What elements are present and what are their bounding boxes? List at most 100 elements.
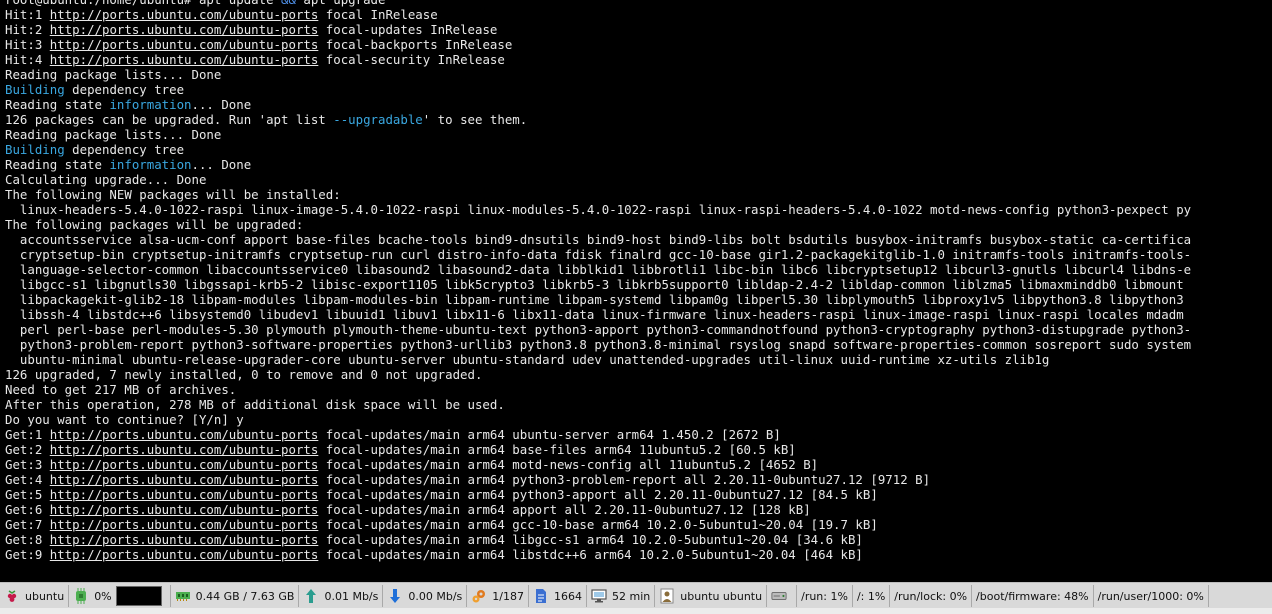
menu-ubuntu-label: ubuntu xyxy=(25,589,65,603)
terminal-url-link[interactable]: http://ports.ubuntu.com/ubuntu-ports xyxy=(50,502,319,517)
terminal-line: Hit:1 http://ports.ubuntu.com/ubuntu-por… xyxy=(5,7,1272,22)
terminal-highlight-text: Building xyxy=(5,82,65,97)
terminal-text: Reading package lists... Done xyxy=(5,127,222,142)
terminal-text: root@ubuntu:/home/ubuntu# apt update xyxy=(5,0,281,7)
terminal-text: libgcc-s1 libgnutls30 libgssapi-krb5-2 l… xyxy=(5,277,1184,292)
mount-run-lock[interactable]: /run/lock: 0% xyxy=(890,585,973,607)
download-arrow-icon xyxy=(387,588,403,604)
mount-run-label: /run: 1% xyxy=(801,589,848,603)
terminal-text: After this operation, 278 MB of addition… xyxy=(5,397,505,412)
terminal-output[interactable]: root@ubuntu:/home/ubuntu# apt update && … xyxy=(0,0,1272,572)
threads-label: 1664 xyxy=(553,589,582,603)
mount-root[interactable]: /: 1% xyxy=(853,585,891,607)
net-download[interactable]: 0.00 Mb/s xyxy=(383,585,468,607)
terminal-line: Get:6 http://ports.ubuntu.com/ubuntu-por… xyxy=(5,502,1272,517)
terminal-url-link[interactable]: http://ports.ubuntu.com/ubuntu-ports xyxy=(50,427,319,442)
terminal-line: Reading state information... Done xyxy=(5,97,1272,112)
terminal-text: dependency tree xyxy=(64,142,185,157)
menu-ubuntu[interactable]: ubuntu xyxy=(0,585,70,607)
terminal-url-link[interactable]: http://ports.ubuntu.com/ubuntu-ports xyxy=(50,532,319,547)
terminal-text: apt upgrade xyxy=(296,0,385,7)
terminal-line: Get:1 http://ports.ubuntu.com/ubuntu-por… xyxy=(5,427,1272,442)
terminal-line: perl perl-base perl-modules-5.30 plymout… xyxy=(5,322,1272,337)
terminal-line: ubuntu-minimal ubuntu-release-upgrader-c… xyxy=(5,352,1272,367)
terminal-url-link[interactable]: http://ports.ubuntu.com/ubuntu-ports xyxy=(50,22,319,37)
terminal-url-link[interactable]: http://ports.ubuntu.com/ubuntu-ports xyxy=(50,472,319,487)
terminal-line: Get:5 http://ports.ubuntu.com/ubuntu-por… xyxy=(5,487,1272,502)
terminal-text: cryptsetup-bin cryptsetup-initramfs cryp… xyxy=(5,247,1192,262)
terminal-line: root@ubuntu:/home/ubuntu# apt update && … xyxy=(5,0,1272,7)
terminal-text: Do you want to continue? [Y/n] y xyxy=(5,412,244,427)
terminal-highlight-text: information xyxy=(109,157,192,172)
terminal-url-link[interactable]: http://ports.ubuntu.com/ubuntu-ports xyxy=(50,37,319,52)
terminal-line: language-selector-common libaccountsserv… xyxy=(5,262,1272,277)
terminal-line: linux-headers-5.4.0-1022-raspi linux-ima… xyxy=(5,202,1272,217)
terminal-line: Hit:3 http://ports.ubuntu.com/ubuntu-por… xyxy=(5,37,1272,52)
terminal-text: focal-updates/main arm64 base-files arm6… xyxy=(318,442,796,457)
terminal-text: Hit:2 xyxy=(5,22,50,37)
cpu-usage[interactable]: 0% xyxy=(69,585,171,607)
terminal-line: Get:3 http://ports.ubuntu.com/ubuntu-por… xyxy=(5,457,1272,472)
terminal-url-link[interactable]: http://ports.ubuntu.com/ubuntu-ports xyxy=(50,487,319,502)
terminal-line: libpackagekit-glib2-18 libpam-modules li… xyxy=(5,292,1272,307)
mount-boot-firmware[interactable]: /boot/firmware: 48% xyxy=(972,585,1094,607)
terminal-text: ... Done xyxy=(191,157,252,172)
terminal-text: Reading package lists... Done xyxy=(5,67,222,82)
terminal-line: The following NEW packages will be insta… xyxy=(5,187,1272,202)
terminal-line: accountsservice alsa-ucm-conf apport bas… xyxy=(5,232,1272,247)
memory-usage[interactable]: 0.44 GB / 7.63 GB xyxy=(171,585,300,607)
terminal-text: focal-updates/main arm64 gcc-10-base arm… xyxy=(318,517,878,532)
terminal-text: ... Done xyxy=(191,97,252,112)
terminal-line: After this operation, 278 MB of addition… xyxy=(5,397,1272,412)
terminal-url-link[interactable]: http://ports.ubuntu.com/ubuntu-ports xyxy=(50,547,319,562)
terminal-highlight-text: Building xyxy=(5,142,65,157)
terminal-line: python3-problem-report python3-software-… xyxy=(5,337,1272,352)
user[interactable]: ubuntu ubuntu xyxy=(655,585,768,607)
terminal-url-link[interactable]: http://ports.ubuntu.com/ubuntu-ports xyxy=(50,52,319,67)
terminal-text: linux-headers-5.4.0-1022-raspi linux-ima… xyxy=(5,202,1192,217)
terminal-text: Calculating upgrade... Done xyxy=(5,172,207,187)
terminal-line: Hit:4 http://ports.ubuntu.com/ubuntu-por… xyxy=(5,52,1272,67)
terminal-line: Get:8 http://ports.ubuntu.com/ubuntu-por… xyxy=(5,532,1272,547)
terminal-text: 126 packages can be upgraded. Run 'apt l… xyxy=(5,112,334,127)
terminal-line: Building dependency tree xyxy=(5,82,1272,97)
terminal-text: Reading state xyxy=(5,97,110,112)
terminal-line: Get:2 http://ports.ubuntu.com/ubuntu-por… xyxy=(5,442,1272,457)
gears-icon xyxy=(471,588,487,604)
disk-drive[interactable] xyxy=(767,585,798,607)
terminal-text: Get:1 xyxy=(5,427,50,442)
terminal-line: The following packages will be upgraded: xyxy=(5,217,1272,232)
terminal-highlight-text: --upgradable xyxy=(333,112,423,127)
terminal-text: focal-backports InRelease xyxy=(318,37,513,52)
status-taskbar: ubuntu 0% 0.44 GB / 7.63 GB 0.01 Mb/s 0.00 M… xyxy=(0,582,1272,609)
terminal-url-link[interactable]: http://ports.ubuntu.com/ubuntu-ports xyxy=(50,442,319,457)
net-upload[interactable]: 0.01 Mb/s xyxy=(299,585,384,607)
terminal-text: Hit:3 xyxy=(5,37,50,52)
mount-run-user-label: /run/user/1000: 0% xyxy=(1097,589,1204,603)
processes[interactable]: 1/187 xyxy=(467,585,529,607)
terminal-line: libgcc-s1 libgnutls30 libgssapi-krb5-2 l… xyxy=(5,277,1272,292)
terminal-text: Get:6 xyxy=(5,502,50,517)
hard-drive-icon xyxy=(771,588,787,604)
terminal-url-link[interactable]: http://ports.ubuntu.com/ubuntu-ports xyxy=(50,457,319,472)
terminal-url-link[interactable]: http://ports.ubuntu.com/ubuntu-ports xyxy=(50,7,319,22)
terminal-text: focal-updates/main arm64 python3-problem… xyxy=(318,472,931,487)
threads[interactable]: 1664 xyxy=(529,585,587,607)
terminal-line: Get:9 http://ports.ubuntu.com/ubuntu-por… xyxy=(5,547,1272,562)
terminal-line: Do you want to continue? [Y/n] y xyxy=(5,412,1272,427)
terminal-text: Get:8 xyxy=(5,532,50,547)
shell-operator-text: && xyxy=(281,0,296,7)
terminal-line: Reading state information... Done xyxy=(5,157,1272,172)
mount-run[interactable]: /run: 1% xyxy=(797,585,853,607)
terminal-url-link[interactable]: http://ports.ubuntu.com/ubuntu-ports xyxy=(50,517,319,532)
terminal-text: Hit:1 xyxy=(5,7,50,22)
mount-run-user[interactable]: /run/user/1000: 0% xyxy=(1094,585,1209,607)
uptime-label: 52 min xyxy=(611,589,651,603)
terminal-line: 126 upgraded, 7 newly installed, 0 to re… xyxy=(5,367,1272,382)
uptime[interactable]: 52 min xyxy=(587,585,656,607)
terminal-text: The following NEW packages will be insta… xyxy=(5,187,341,202)
mount-root-label: /: 1% xyxy=(856,589,886,603)
terminal-line: Calculating upgrade... Done xyxy=(5,172,1272,187)
terminal-highlight-text: information xyxy=(109,97,192,112)
terminal-text: Get:3 xyxy=(5,457,50,472)
